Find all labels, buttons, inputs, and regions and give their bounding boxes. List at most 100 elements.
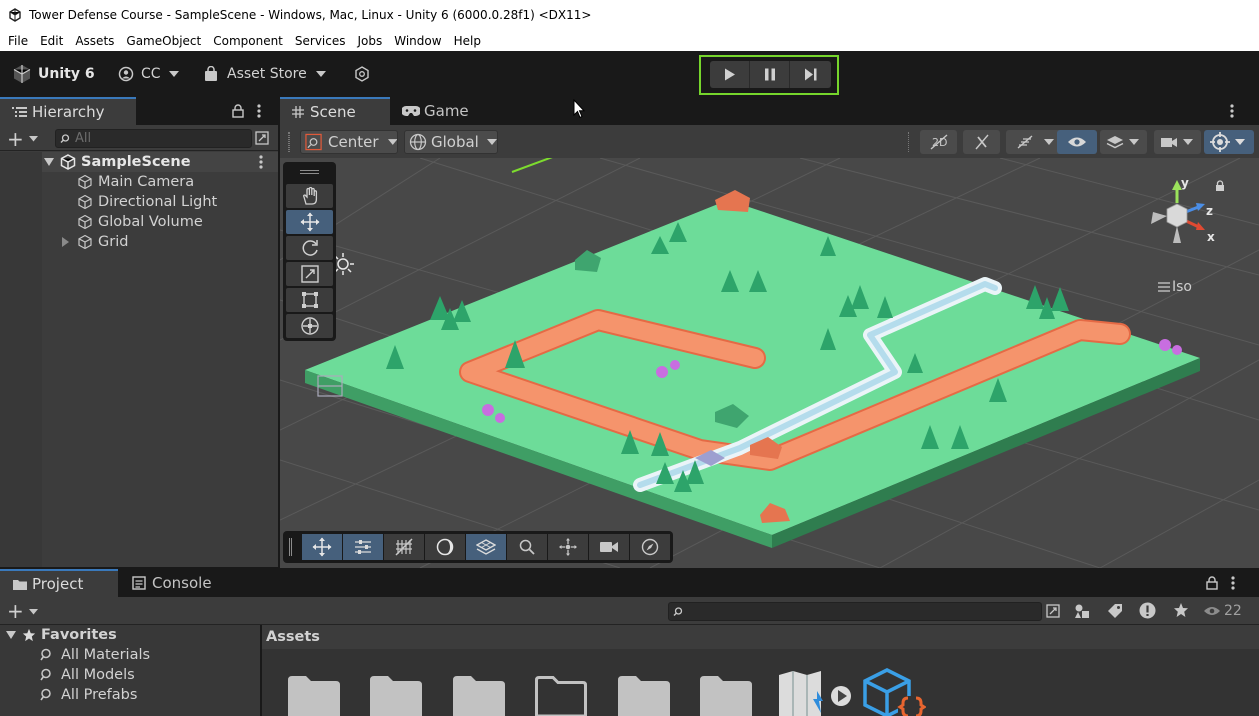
lock-icon[interactable]	[1206, 576, 1218, 590]
tab-game[interactable]: Game	[402, 97, 492, 125]
tool-settings-button[interactable]	[343, 534, 383, 560]
menu-edit[interactable]: Edit	[34, 34, 69, 48]
tab-project[interactable]: Project	[0, 569, 118, 597]
collapse-triangle-icon[interactable]	[62, 237, 69, 247]
project-search-input[interactable]	[668, 602, 1042, 621]
effects-dropdown[interactable]	[1006, 130, 1063, 154]
space-mode-dropdown[interactable]: Global	[404, 130, 498, 154]
menu-gameobject[interactable]: GameObject	[120, 34, 207, 48]
overlay-grip[interactable]	[300, 170, 319, 174]
empty-folder-icon[interactable]	[535, 672, 587, 716]
transform-tool-button[interactable]	[286, 314, 333, 338]
2d-toggle-button[interactable]: 2D	[920, 130, 957, 154]
pivot-mode-dropdown[interactable]: Center	[300, 130, 398, 154]
unity-version-label: Unity 6	[38, 66, 95, 82]
step-button[interactable]	[790, 61, 831, 88]
account-dropdown[interactable]: CC	[118, 63, 179, 85]
menu-assets[interactable]: Assets	[69, 34, 120, 48]
hierarchy-search-input[interactable]: All	[55, 129, 252, 148]
overlay-grip[interactable]	[289, 538, 292, 556]
render-mode-button[interactable]	[425, 534, 465, 560]
expand-triangle-icon[interactable]	[6, 631, 16, 639]
create-asset-button[interactable]: +	[7, 599, 24, 623]
toolbar-grip[interactable]	[288, 132, 290, 152]
warning-filter-icon[interactable]	[1139, 602, 1156, 619]
scene-map-asset-icon[interactable]	[777, 669, 853, 716]
favorite-item[interactable]: All Prefabs	[40, 685, 137, 705]
menu-file[interactable]: File	[2, 34, 34, 48]
projection-toggle[interactable]: Iso	[1158, 279, 1192, 295]
pivot-snap-button[interactable]	[548, 534, 588, 560]
favorite-item[interactable]: All Models	[40, 665, 135, 685]
hierarchy-item-global-volume[interactable]: Global Volume	[77, 212, 203, 232]
asset-store-dropdown[interactable]: Asset Store	[204, 63, 326, 85]
play-button[interactable]	[710, 61, 750, 88]
scene-root-row[interactable]: SampleScene	[44, 152, 191, 172]
tab-scene[interactable]: Scene	[280, 97, 390, 125]
camera-settings-dropdown[interactable]	[1154, 130, 1201, 154]
favorites-row[interactable]: Favorites	[6, 625, 117, 645]
favorite-item[interactable]: All Materials	[40, 645, 150, 665]
navigation-overlay-button[interactable]	[630, 534, 670, 560]
gizmos-dropdown[interactable]	[1204, 130, 1254, 154]
favorite-item-label: All Models	[61, 667, 135, 683]
add-object-button[interactable]: +	[7, 127, 24, 151]
folder-icon[interactable]	[618, 672, 670, 716]
tab-console[interactable]: Console	[132, 569, 232, 597]
cameras-overlay-button[interactable]	[589, 534, 629, 560]
gizmo-lock-icon[interactable]	[1215, 180, 1225, 192]
lighting-toggle-button[interactable]	[963, 130, 1000, 154]
kebab-menu-icon[interactable]	[259, 155, 263, 169]
gameobject-cube-icon	[78, 174, 92, 190]
scene-visibility-icon[interactable]	[255, 131, 269, 145]
filter-by-label-icon[interactable]	[1107, 603, 1123, 619]
toolbar-grip[interactable]	[908, 132, 910, 152]
frame-search-button[interactable]	[507, 534, 547, 560]
menu-help[interactable]: Help	[448, 34, 487, 48]
menu-component[interactable]: Component	[207, 34, 289, 48]
search-icon	[673, 606, 683, 616]
kebab-menu-icon[interactable]	[257, 104, 261, 118]
lock-icon[interactable]	[232, 104, 244, 118]
chevron-down-icon	[486, 139, 497, 145]
rect-tool-button[interactable]	[286, 288, 333, 312]
favorite-star-icon[interactable]	[1173, 602, 1189, 618]
hierarchy-item-grid[interactable]: Grid	[62, 232, 128, 252]
scale-tool-button[interactable]	[286, 262, 333, 286]
grid-visibility-button[interactable]	[466, 534, 506, 560]
unity-version-control-button[interactable]	[354, 63, 370, 85]
move-tool-button[interactable]	[286, 210, 333, 234]
folder-icon[interactable]	[370, 672, 422, 716]
folder-icon[interactable]	[453, 672, 505, 716]
scene-viewport[interactable]: y z x Iso	[280, 158, 1259, 568]
filter-by-type-icon[interactable]	[1074, 603, 1090, 619]
pause-button[interactable]	[750, 61, 790, 88]
svg-text:2D: 2D	[932, 136, 947, 149]
hand-tool-button[interactable]	[286, 184, 333, 208]
chevron-down-icon[interactable]	[29, 135, 38, 142]
menu-window[interactable]: Window	[388, 34, 447, 48]
layers-dropdown[interactable]	[1100, 130, 1147, 154]
kebab-menu-icon[interactable]	[1230, 104, 1234, 118]
move-tool-overlay-button[interactable]	[302, 534, 342, 560]
kebab-menu-icon[interactable]	[1231, 576, 1235, 590]
search-scope-icon[interactable]	[1046, 604, 1060, 618]
unity-version-button[interactable]: Unity 6	[12, 63, 95, 85]
orientation-gizmo[interactable]: y z x	[1137, 168, 1217, 268]
menu-jobs[interactable]: Jobs	[352, 34, 389, 48]
scene-visibility-toggle[interactable]	[1057, 130, 1097, 154]
hidden-packages-toggle[interactable]: 22	[1203, 603, 1242, 619]
hierarchy-item-main-camera[interactable]: Main Camera	[77, 172, 194, 192]
tab-hierarchy[interactable]: Hierarchy	[0, 97, 136, 125]
chevron-down-icon[interactable]	[29, 608, 38, 615]
script-asset-icon[interactable]	[862, 668, 926, 716]
hierarchy-item-directional-light[interactable]: Directional Light	[77, 192, 217, 212]
rotate-tool-button[interactable]	[286, 236, 333, 260]
chevron-down-icon	[1129, 139, 1139, 145]
folder-icon[interactable]	[288, 672, 340, 716]
assets-breadcrumb[interactable]: Assets	[262, 625, 1259, 649]
folder-icon[interactable]	[700, 672, 752, 716]
expand-triangle-icon[interactable]	[44, 158, 54, 166]
menu-services[interactable]: Services	[289, 34, 352, 48]
grid-snapping-button[interactable]	[384, 534, 424, 560]
